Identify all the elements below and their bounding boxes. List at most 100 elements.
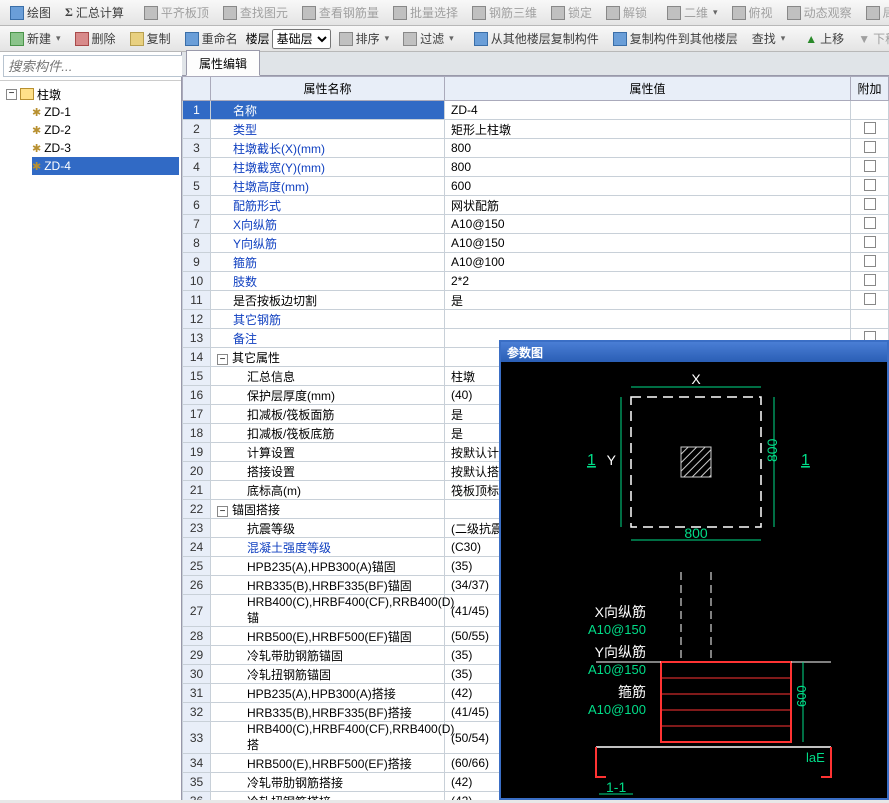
property-extra[interactable] (851, 177, 889, 196)
property-value[interactable] (445, 310, 851, 329)
tree-root[interactable]: − 柱墩 (2, 85, 179, 103)
checkbox-icon[interactable] (864, 198, 876, 210)
svg-text:箍筋: 箍筋 (618, 684, 646, 700)
copy-button[interactable]: 复制 (124, 27, 177, 50)
property-row[interactable]: 2类型矩形上柱墩 (183, 120, 889, 139)
floor-select[interactable]: 基础层 (272, 29, 331, 49)
component-tree[interactable]: − 柱墩 ✱ZD-1✱ZD-2✱ZD-3✱ZD-4 (0, 81, 181, 800)
property-value[interactable]: 800 (445, 158, 851, 177)
summary-button[interactable]: Σ汇总计算 (59, 1, 130, 24)
property-extra[interactable] (851, 139, 889, 158)
checkbox-icon[interactable] (864, 236, 876, 248)
batch-select-button[interactable]: 批量选择 (387, 1, 464, 24)
tree-item[interactable]: ✱ZD-2 (32, 121, 179, 139)
svg-text:A10@150: A10@150 (588, 662, 646, 677)
property-extra[interactable] (851, 272, 889, 291)
property-name: 底标高(m) (211, 481, 445, 500)
align-top-button[interactable]: 平齐板顶 (138, 1, 215, 24)
collapse-icon[interactable]: − (6, 89, 17, 100)
property-value[interactable]: A10@150 (445, 234, 851, 253)
property-value[interactable]: 2*2 (445, 272, 851, 291)
tree-item[interactable]: ✱ZD-1 (32, 103, 179, 121)
property-extra[interactable] (851, 120, 889, 139)
property-extra[interactable] (851, 215, 889, 234)
search-input[interactable] (3, 55, 192, 77)
property-value[interactable]: A10@100 (445, 253, 851, 272)
property-row[interactable]: 10肢数2*2 (183, 272, 889, 291)
tree-item[interactable]: ✱ZD-3 (32, 139, 179, 157)
find-button[interactable]: 查找 (746, 27, 792, 50)
new-icon (10, 32, 24, 46)
observe-button[interactable]: 动态观察 (781, 1, 858, 24)
view2d-dropdown[interactable]: 二维 (661, 1, 724, 24)
property-value[interactable]: A10@150 (445, 215, 851, 234)
unlock-button[interactable]: 解锁 (600, 1, 653, 24)
property-row[interactable]: 9箍筋A10@100 (183, 253, 889, 272)
row-number: 12 (183, 310, 211, 329)
move-up-button[interactable]: ▲上移 (799, 27, 850, 50)
partial3d-button[interactable]: 局部三 (860, 1, 889, 24)
overview-button[interactable]: 俯视 (726, 1, 779, 24)
checkbox-icon[interactable] (864, 141, 876, 153)
property-value[interactable]: 矩形上柱墩 (445, 120, 851, 139)
rename-button[interactable]: 重命名 (179, 27, 244, 50)
property-row[interactable]: 5柱墩高度(mm)600 (183, 177, 889, 196)
group-toggle-icon[interactable]: − (217, 506, 228, 517)
property-value[interactable]: 网状配筋 (445, 196, 851, 215)
property-row[interactable]: 3柱墩截长(X)(mm)800 (183, 139, 889, 158)
checkbox-icon[interactable] (864, 255, 876, 267)
property-row[interactable]: 6配筋形式网状配筋 (183, 196, 889, 215)
checkbox-icon[interactable] (864, 179, 876, 191)
property-name: 其它钢筋 (211, 310, 445, 329)
copy-from-floor-button[interactable]: 从其他楼层复制构件 (468, 27, 605, 50)
row-number: 31 (183, 684, 211, 703)
sort-button[interactable]: 排序 (333, 27, 396, 50)
lock-button[interactable]: 锁定 (545, 1, 598, 24)
sort-icon (339, 32, 353, 46)
checkbox-icon[interactable] (864, 274, 876, 286)
checkbox-icon[interactable] (864, 122, 876, 134)
property-extra[interactable] (851, 196, 889, 215)
rebar3d-button[interactable]: 钢筋三维 (466, 1, 543, 24)
row-number: 35 (183, 773, 211, 792)
checkbox-icon[interactable] (864, 293, 876, 305)
toolbar-top: 绘图 Σ汇总计算 平齐板顶 查找图元 查看钢筋量 批量选择 钢筋三维 锁定 解锁… (0, 0, 889, 26)
property-row[interactable]: 4柱墩截宽(Y)(mm)800 (183, 158, 889, 177)
property-name: 冷轧带肋钢筋搭接 (211, 773, 445, 792)
delete-button[interactable]: 删除 (69, 27, 122, 50)
property-row[interactable]: 1名称ZD-4 (183, 101, 889, 120)
draw-button[interactable]: 绘图 (4, 1, 57, 24)
property-extra[interactable] (851, 158, 889, 177)
row-number: 4 (183, 158, 211, 177)
property-extra[interactable] (851, 291, 889, 310)
property-row[interactable]: 8Y向纵筋A10@150 (183, 234, 889, 253)
property-row[interactable]: 11是否按板边切割是 (183, 291, 889, 310)
property-row[interactable]: 7X向纵筋A10@150 (183, 215, 889, 234)
checkbox-icon[interactable] (864, 217, 876, 229)
new-button[interactable]: 新建 (4, 27, 67, 50)
row-number: 24 (183, 538, 211, 557)
filter-button[interactable]: 过滤 (397, 27, 460, 50)
property-extra[interactable] (851, 253, 889, 272)
property-row[interactable]: 12其它钢筋 (183, 310, 889, 329)
check-rebar-button[interactable]: 查看钢筋量 (296, 1, 385, 24)
group-toggle-icon[interactable]: − (217, 354, 228, 365)
move-down-button[interactable]: ▼下移 (852, 27, 889, 50)
property-name: −锚固搭接 (211, 500, 445, 519)
tab-properties[interactable]: 属性编辑 (186, 50, 260, 76)
find-element-button[interactable]: 查找图元 (217, 1, 294, 24)
copy-to-floor-button[interactable]: 复制构件到其他楼层 (607, 27, 744, 50)
property-name: 柱墩截宽(Y)(mm) (211, 158, 445, 177)
header-name: 属性名称 (211, 77, 445, 101)
property-value[interactable]: 是 (445, 291, 851, 310)
property-value[interactable]: ZD-4 (445, 101, 851, 120)
property-extra[interactable] (851, 234, 889, 253)
property-value[interactable]: 600 (445, 177, 851, 196)
property-value[interactable]: 800 (445, 139, 851, 158)
tree-item[interactable]: ✱ZD-4 (32, 157, 179, 175)
batch-icon (393, 6, 407, 20)
header-blank (183, 77, 211, 101)
property-extra[interactable] (851, 101, 889, 120)
property-extra[interactable] (851, 310, 889, 329)
checkbox-icon[interactable] (864, 160, 876, 172)
